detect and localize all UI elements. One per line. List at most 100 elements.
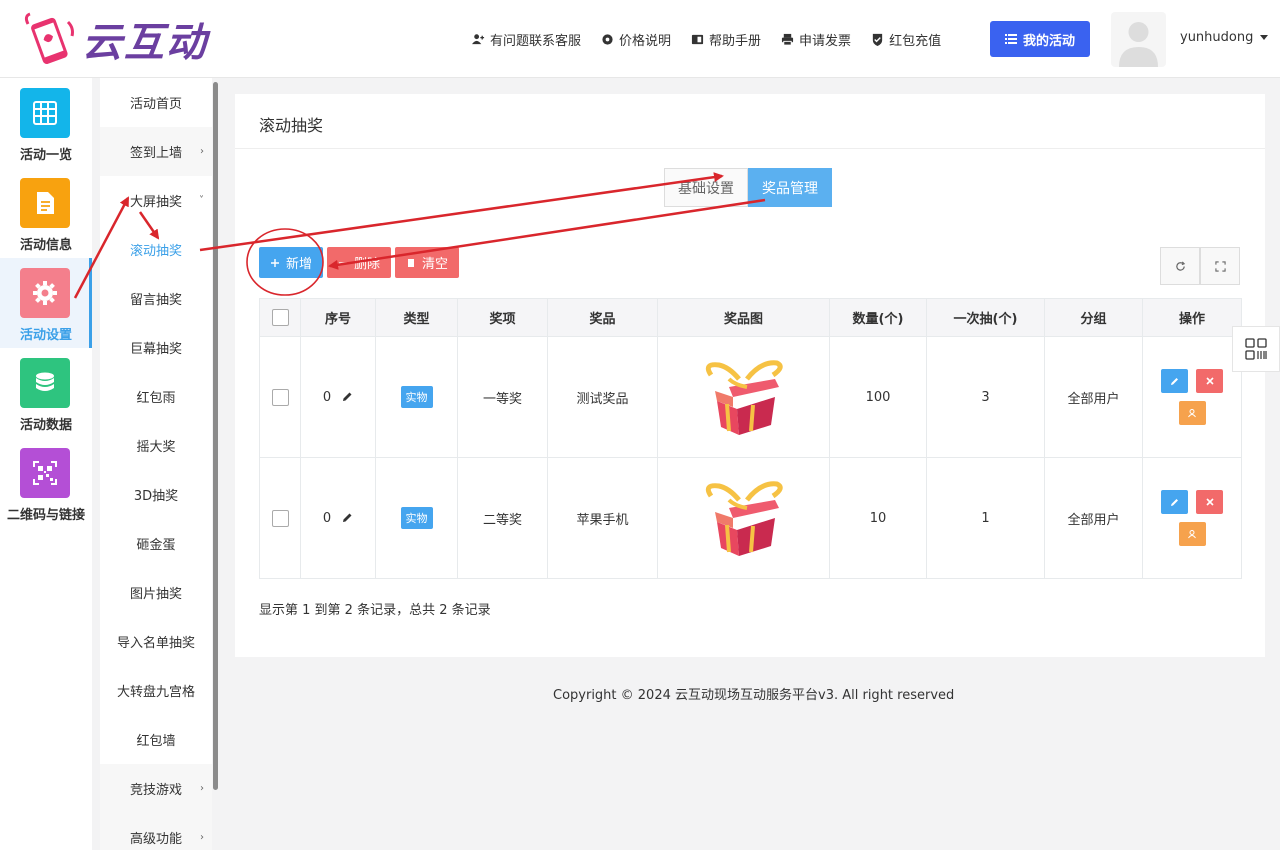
my-activity-button[interactable]: 我的活动 bbox=[990, 21, 1090, 57]
pencil-icon[interactable] bbox=[341, 512, 353, 524]
close-icon bbox=[1205, 377, 1214, 385]
nav-contact-support[interactable]: 有问题联系客服 bbox=[472, 30, 581, 49]
submenu-label: 红包雨 bbox=[136, 391, 176, 406]
nav-redpacket-recharge[interactable]: 红包充值 bbox=[871, 30, 941, 49]
prize-cell: 苹果手机 bbox=[547, 457, 658, 579]
column-header[interactable]: 奖品 bbox=[547, 298, 658, 337]
brand-logo[interactable]: 云互动 bbox=[20, 10, 208, 68]
submenu-label: 3D抽奖 bbox=[133, 489, 179, 504]
nav-label: 红包充值 bbox=[889, 33, 942, 49]
add-label: 新增 bbox=[286, 257, 313, 272]
submenu-item-redpacket-wall[interactable]: 红包墙 bbox=[100, 715, 212, 764]
submenu-item-import-list-lottery[interactable]: 导入名单抽奖 bbox=[100, 617, 212, 666]
user-silhouette-icon bbox=[1119, 22, 1158, 67]
submenu-label: 摇大奖 bbox=[136, 440, 176, 455]
submenu-item-image-lottery[interactable]: 图片抽奖 bbox=[100, 568, 212, 617]
sidebar-item-activity-overview[interactable]: 活动一览 bbox=[0, 88, 92, 174]
qty-cell: 10 bbox=[829, 457, 927, 579]
column-header[interactable]: 奖品图 bbox=[657, 298, 830, 337]
column-header[interactable]: 奖项 bbox=[457, 298, 548, 337]
submenu-item-3d-lottery[interactable]: 3D抽奖 bbox=[100, 470, 212, 519]
trash-icon bbox=[408, 258, 415, 267]
nav-invoice[interactable]: 申请发票 bbox=[781, 30, 851, 49]
edit-button[interactable] bbox=[1161, 490, 1188, 514]
sidebar-label: 活动设置 bbox=[19, 328, 72, 343]
database-icon bbox=[20, 358, 70, 408]
per-draw-cell: 3 bbox=[926, 336, 1045, 458]
fullscreen-button[interactable] bbox=[1200, 247, 1240, 285]
assign-user-button[interactable] bbox=[1178, 401, 1206, 425]
sidebar-item-activity-info[interactable]: 活动信息 bbox=[0, 178, 92, 264]
remove-button[interactable] bbox=[1196, 490, 1223, 514]
secondary-sidebar: 活动首页 签到上墙 › 大屏抽奖 ˅ 滚动抽奖 留言抽奖 巨幕抽奖 红包雨 摇大奖 … bbox=[100, 78, 220, 850]
user-plus-icon bbox=[472, 33, 485, 44]
tab-basic-settings[interactable]: 基础设置 bbox=[664, 168, 748, 207]
table-toolbar: 新增 删除 清空 bbox=[259, 247, 463, 278]
floating-qrcode-button[interactable] bbox=[1232, 326, 1280, 372]
pagination-info: 显示第 1 到第 2 条记录，总共 2 条记录 bbox=[259, 603, 491, 618]
submenu-item-message-lottery[interactable]: 留言抽奖 bbox=[100, 274, 212, 323]
seq-value: 0 bbox=[322, 389, 332, 405]
edit-button[interactable] bbox=[1161, 369, 1188, 393]
row-checkbox[interactable] bbox=[271, 509, 289, 527]
submenu-label: 留言抽奖 bbox=[129, 293, 182, 308]
submenu-item-wheel-grid[interactable]: 大转盘九宫格 bbox=[100, 666, 212, 715]
column-header[interactable]: 分组 bbox=[1044, 298, 1143, 337]
column-header[interactable]: 序号 bbox=[300, 298, 376, 337]
row-select-cell bbox=[259, 336, 301, 458]
submenu-item-competitive-games[interactable]: 竞技游戏 › bbox=[100, 764, 212, 813]
page-title: 滚动抽奖 bbox=[259, 116, 324, 135]
submenu-item-golden-egg[interactable]: 砸金蛋 bbox=[100, 519, 212, 568]
top-header: 云互动 有问题联系客服 价格说明 帮助手册 申请发票 红包充值 我的活动 yun bbox=[0, 0, 1280, 78]
assign-user-button[interactable] bbox=[1178, 522, 1206, 546]
nav-pricing[interactable]: 价格说明 bbox=[601, 30, 671, 49]
printer-icon bbox=[781, 33, 794, 46]
avatar[interactable] bbox=[1111, 12, 1166, 67]
document-icon bbox=[20, 178, 70, 228]
submenu-item-home[interactable]: 活动首页 bbox=[100, 78, 212, 127]
type-cell: 实物 bbox=[375, 457, 458, 579]
chevron-right-icon: › bbox=[200, 783, 204, 794]
per-draw-cell: 1 bbox=[926, 457, 1045, 579]
column-header[interactable]: 类型 bbox=[375, 298, 458, 337]
submenu-item-giant-screen-lottery[interactable]: 巨幕抽奖 bbox=[100, 323, 212, 372]
select-all-checkbox[interactable] bbox=[271, 309, 289, 326]
submenu-label: 活动首页 bbox=[129, 97, 182, 112]
sidebar-item-activity-data[interactable]: 活动数据 bbox=[0, 358, 92, 444]
divider bbox=[235, 148, 1265, 149]
pencil-icon[interactable] bbox=[341, 391, 353, 403]
refresh-button[interactable] bbox=[1160, 247, 1200, 285]
shield-check-icon bbox=[872, 33, 883, 46]
add-button[interactable]: 新增 bbox=[259, 247, 324, 278]
prize-cell: 测试奖品 bbox=[547, 336, 658, 458]
submenu-item-redpacket-rain[interactable]: 红包雨 bbox=[100, 372, 212, 421]
sidebar-item-qrcode-links[interactable]: 二维码与链接 bbox=[0, 448, 92, 534]
row-checkbox[interactable] bbox=[271, 388, 289, 406]
submenu-label: 高级功能 bbox=[129, 832, 182, 847]
delete-label: 删除 bbox=[354, 257, 381, 272]
user-menu[interactable]: yunhudong bbox=[1180, 30, 1269, 45]
user-icon bbox=[1188, 530, 1196, 539]
delete-button[interactable]: 删除 bbox=[327, 247, 392, 278]
submenu-item-scroll-lottery[interactable]: 滚动抽奖 bbox=[100, 225, 212, 274]
submenu-label: 大转盘九宫格 bbox=[116, 685, 195, 700]
clear-button[interactable]: 清空 bbox=[395, 247, 460, 278]
column-header[interactable]: 数量(个) bbox=[829, 298, 927, 337]
close-icon bbox=[1205, 498, 1214, 506]
submenu-item-checkin-wall[interactable]: 签到上墙 › bbox=[100, 127, 212, 176]
fullscreen-icon bbox=[1214, 260, 1226, 272]
tab-prize-management[interactable]: 奖品管理 bbox=[748, 168, 832, 207]
column-header[interactable]: 一次抽(个) bbox=[926, 298, 1045, 337]
type-cell: 实物 bbox=[375, 336, 458, 458]
submenu-item-shake-prize[interactable]: 摇大奖 bbox=[100, 421, 212, 470]
remove-button[interactable] bbox=[1196, 369, 1223, 393]
nav-help-manual[interactable]: 帮助手册 bbox=[691, 30, 761, 49]
submenu-scrollbar[interactable] bbox=[213, 82, 218, 790]
submenu-item-advanced[interactable]: 高级功能 › bbox=[100, 813, 212, 850]
submenu-label: 导入名单抽奖 bbox=[116, 636, 195, 651]
submenu-label: 巨幕抽奖 bbox=[129, 342, 182, 357]
content-panel: 滚动抽奖 基础设置 奖品管理 新增 删除 清空 序号 类型 奖项 奖品 奖品图 … bbox=[235, 94, 1265, 657]
seq-cell: 0 bbox=[300, 336, 376, 458]
sidebar-item-activity-settings[interactable]: 活动设置 bbox=[0, 258, 92, 348]
submenu-item-bigscreen-lottery[interactable]: 大屏抽奖 ˅ bbox=[100, 176, 212, 225]
